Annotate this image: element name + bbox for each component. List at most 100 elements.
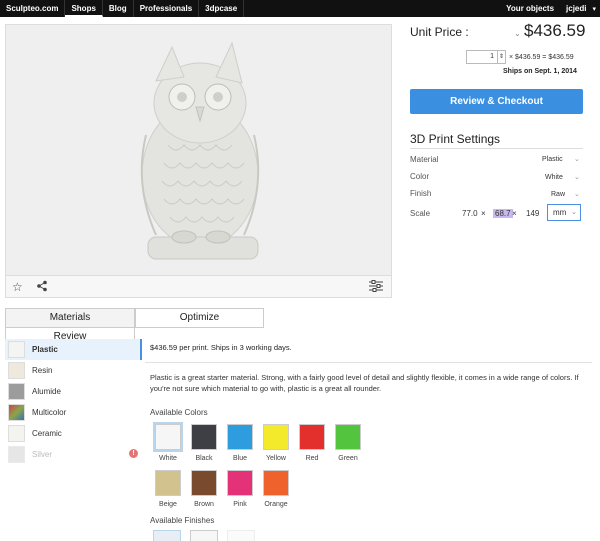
scale-z-input[interactable]: 149 (526, 209, 539, 218)
color-option-blue[interactable]: Blue (225, 424, 255, 462)
color-name: White (159, 455, 177, 462)
nav-shops[interactable]: Shops (65, 0, 103, 17)
color-name: Black (195, 455, 213, 462)
color-swatch (191, 424, 217, 450)
finish-option[interactable] (227, 530, 255, 541)
nav-sculpteo[interactable]: Sculpteo.com (0, 0, 66, 17)
available-colors-label: Available Colors (150, 408, 208, 417)
color-swatch (191, 470, 217, 496)
color-swatch (155, 470, 181, 496)
material-name: Plastic (32, 345, 58, 354)
divider (410, 148, 583, 149)
quantity-row: 1 ⇕ × $436.59 = $436.59 (466, 50, 574, 64)
chevron-down-icon: ⌄ (571, 209, 577, 216)
top-nav: Sculpteo.com Shops Blog Professionals 3d… (0, 0, 600, 17)
finish-option[interactable] (190, 530, 218, 541)
chevron-down-icon[interactable]: ⌄ (574, 155, 580, 163)
color-name: Brown (194, 501, 214, 508)
color-name: Orange (264, 501, 288, 508)
scale-x-input[interactable]: 77.0 (462, 209, 478, 218)
share-icon[interactable] (36, 280, 48, 295)
material-name: Silver (32, 450, 53, 459)
model-viewer[interactable]: ☆ (5, 24, 392, 298)
color-option-green[interactable]: Green (333, 424, 363, 462)
nav-professionals[interactable]: Professionals (134, 0, 200, 17)
color-swatch (153, 422, 183, 452)
settings-sliders-icon[interactable] (369, 280, 383, 295)
material-name: Ceramic (32, 429, 62, 438)
unit-select[interactable]: mm ⌄ (547, 204, 581, 221)
finish-option[interactable] (153, 530, 181, 541)
material-price-line: $436.59 per print. Ships in 3 working da… (150, 343, 292, 352)
color-option-brown[interactable]: Brown (189, 470, 219, 508)
warning-icon: ! (129, 449, 138, 458)
scale-label: Scale (410, 209, 431, 218)
star-icon[interactable]: ☆ (12, 280, 23, 294)
unit-value: mm (553, 208, 567, 217)
color-swatch (263, 470, 289, 496)
finish-label: Finish (410, 189, 432, 198)
color-name: Green (338, 455, 358, 462)
nav-3dpcase[interactable]: 3dpcase (199, 0, 245, 17)
color-option-pink[interactable]: Pink (225, 470, 255, 508)
unit-price-value: $436.59 (524, 21, 586, 40)
chevron-down-icon[interactable]: ⌄ (574, 190, 580, 198)
nav-blog[interactable]: Blog (103, 0, 134, 17)
material-swatch (8, 383, 25, 400)
material-name: Resin (32, 366, 53, 375)
material-name: Alumide (32, 387, 61, 396)
color-swatch (299, 424, 325, 450)
material-name: Multicolor (32, 408, 67, 417)
color-option-white[interactable]: White (153, 422, 183, 462)
viewer-toolbar: ☆ (6, 275, 391, 297)
material-swatch (8, 404, 25, 421)
color-name: Blue (232, 455, 247, 462)
color-name: Red (305, 455, 319, 462)
quantity-input[interactable]: 1 (466, 50, 498, 64)
material-item-resin[interactable]: Resin (5, 360, 142, 381)
available-finishes-label: Available Finishes (150, 516, 215, 525)
chevron-down-icon[interactable]: ▾ (592, 5, 596, 13)
material-item-silver[interactable]: Silver ! (5, 444, 142, 465)
material-swatch (8, 425, 25, 442)
material-item-plastic[interactable]: Plastic (5, 339, 142, 360)
user-menu[interactable]: jcjedi (560, 0, 592, 17)
color-label: Color (410, 172, 430, 181)
divider (145, 362, 592, 363)
scale-y-input[interactable]: 68.7 (493, 209, 513, 218)
material-item-ceramic[interactable]: Ceramic (5, 423, 142, 444)
color-option-yellow[interactable]: Yellow (261, 424, 291, 462)
material-item-multicolor[interactable]: Multicolor (5, 402, 142, 423)
finish-select[interactable]: Raw (551, 191, 565, 198)
material-swatch (8, 446, 25, 463)
unit-price-label: Unit Price : (410, 25, 469, 39)
color-option-beige[interactable]: Beige (153, 470, 183, 508)
color-option-black[interactable]: Black (189, 424, 219, 462)
tab-materials[interactable]: Materials (5, 308, 135, 328)
quantity-stepper[interactable]: ⇕ (498, 50, 506, 64)
color-swatch (227, 424, 253, 450)
color-swatch (227, 470, 253, 496)
color-option-orange[interactable]: Orange (261, 470, 291, 508)
times-sign: × (512, 209, 517, 218)
color-name: Pink (233, 501, 247, 508)
owl-model-image (140, 41, 260, 260)
color-option-red[interactable]: Red (297, 424, 327, 462)
ships-date: Ships on Sept. 1, 2014 (503, 68, 577, 75)
material-swatch (8, 341, 25, 358)
chevron-down-icon[interactable]: ⌄ (514, 29, 521, 38)
color-swatch (335, 424, 361, 450)
color-swatch (263, 424, 289, 450)
color-select[interactable]: White (545, 174, 563, 181)
review-checkout-button[interactable]: Review & Checkout (410, 89, 583, 114)
material-item-alumide[interactable]: Alumide (5, 381, 142, 402)
material-select[interactable]: Plastic (542, 156, 563, 163)
material-swatch (8, 362, 25, 379)
tab-optimize[interactable]: Optimize (135, 308, 264, 328)
chevron-down-icon[interactable]: ⌄ (574, 173, 580, 181)
material-label: Material (410, 155, 439, 164)
color-name: Yellow (266, 455, 286, 462)
color-name: Beige (159, 501, 177, 508)
price-formula: × $436.59 = $436.59 (509, 53, 574, 61)
your-objects-link[interactable]: Your objects (500, 0, 560, 17)
